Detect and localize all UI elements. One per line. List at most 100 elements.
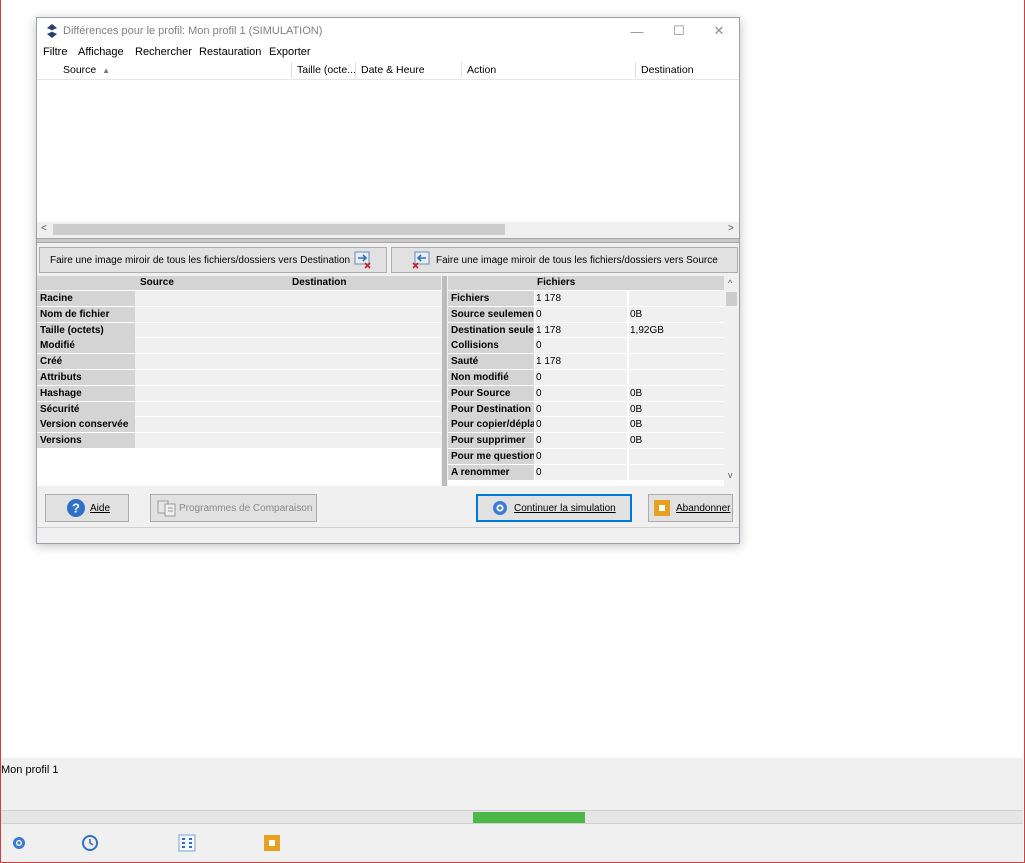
close-button[interactable]: ✕ <box>699 18 739 44</box>
maximize-button[interactable]: ☐ <box>659 18 699 44</box>
statistics-grid: Fichiers Fichiers 1 178 Source seulement 0… <box>448 276 739 486</box>
stat-label: Collisions <box>448 338 534 354</box>
scrollbar-thumb[interactable] <box>726 292 737 306</box>
statistics-files-header: Fichiers <box>537 277 576 288</box>
stat-label: Pour supprimer <box>448 433 534 449</box>
grid-view-icon[interactable] <box>178 834 196 852</box>
column-size[interactable]: Taille (octe... <box>297 64 356 76</box>
property-value <box>135 417 441 434</box>
menu-restauration[interactable]: Restauration <box>199 46 261 58</box>
scroll-up-icon[interactable]: ^ <box>728 278 732 288</box>
copy-to-source-icon <box>412 251 430 269</box>
horizontal-splitter[interactable] <box>37 238 739 243</box>
stat-size: 0B <box>629 306 724 323</box>
stat-size <box>629 464 724 481</box>
column-action[interactable]: Action <box>467 64 496 76</box>
stat-size <box>629 370 724 386</box>
property-row: Sécurité <box>37 401 441 418</box>
scrollbar-thumb[interactable] <box>53 224 505 235</box>
sort-ascending-icon: ▲ <box>102 66 111 75</box>
title-bar[interactable]: Différences pour le profil: Mon profil 1… <box>37 18 739 44</box>
menu-affichage[interactable]: Affichage <box>78 46 124 58</box>
scroll-down-icon[interactable]: v <box>728 470 733 480</box>
stat-label: Pour me questionner <box>448 449 534 464</box>
property-value <box>135 322 441 339</box>
column-separator[interactable] <box>291 62 292 78</box>
property-label: Version conservée <box>37 417 135 433</box>
property-row: Hashage <box>37 385 441 402</box>
property-value <box>135 370 441 386</box>
property-label: Créé <box>37 354 135 370</box>
properties-header: Source Destination <box>37 276 441 290</box>
abort-button[interactable]: Abandonner <box>648 494 733 522</box>
stat-label: Pour Destination <box>448 401 534 417</box>
column-separator[interactable] <box>635 62 636 78</box>
progress-bar <box>1 810 1023 824</box>
stat-label: Non modifié <box>448 370 534 385</box>
stat-count: 0 <box>535 370 628 386</box>
column-separator[interactable] <box>461 62 462 78</box>
property-value <box>135 306 441 323</box>
stat-size: 0B <box>629 417 724 434</box>
stat-count: 1 178 <box>535 322 628 339</box>
stop-icon[interactable] <box>263 834 281 852</box>
menu-rechercher[interactable]: Rechercher <box>135 46 192 58</box>
property-label: Versions <box>37 433 135 449</box>
profile-strip: Mon profil 1 <box>1 758 1023 810</box>
svg-text:?: ? <box>72 501 80 516</box>
column-destination[interactable]: Destination <box>641 64 694 76</box>
stat-count: 0 <box>535 417 628 434</box>
stat-row: Destination seulement1 1781,92GB <box>448 322 724 339</box>
column-source[interactable]: Source ▲ <box>63 64 110 76</box>
help-button[interactable]: ? Aide <box>45 494 129 522</box>
settings-gear-icon <box>491 499 509 517</box>
properties-destination-header: Destination <box>292 277 347 288</box>
column-separator[interactable] <box>355 62 356 78</box>
continue-simulation-button[interactable]: Continuer la simulation <box>476 494 632 522</box>
stat-size <box>629 449 724 465</box>
stat-label: Pour Source <box>448 385 534 401</box>
continue-simulation-label: Continuer la simulation <box>514 502 616 514</box>
stat-size: 1,92GB <box>629 322 724 339</box>
property-label: Hashage <box>37 385 135 401</box>
copy-to-destination-icon <box>354 251 372 269</box>
mirror-to-source-button[interactable]: Faire une image miroir de tous les fichi… <box>391 247 738 273</box>
vertical-scrollbar[interactable]: ^ v <box>724 276 739 486</box>
property-label: Taille (octets) <box>37 322 135 338</box>
settings-gear-icon[interactable] <box>10 834 28 852</box>
property-value <box>135 385 441 402</box>
scroll-left-icon[interactable]: < <box>41 223 47 234</box>
property-label: Modifié <box>37 338 135 354</box>
stat-row: Pour Source 0 0B <box>448 385 724 402</box>
mirror-to-destination-label: Faire une image miroir de tous les fichi… <box>50 254 351 266</box>
stat-row: Pour supprimer 0 0B <box>448 433 724 449</box>
menu-bar: Filtre Affichage Rechercher Restauration… <box>37 44 739 60</box>
scroll-right-icon[interactable]: > <box>728 223 734 234</box>
stat-count: 1 178 <box>535 291 628 307</box>
minimize-button[interactable]: — <box>617 18 657 44</box>
file-list[interactable] <box>37 80 739 222</box>
stat-row: Sauté 1 178 <box>448 354 724 370</box>
horizontal-scrollbar[interactable]: < > <box>37 222 739 237</box>
stat-count: 1 178 <box>535 354 628 370</box>
stop-icon <box>654 500 670 516</box>
compare-programs-icon <box>157 499 177 517</box>
property-value <box>135 338 441 355</box>
menu-exporter[interactable]: Exporter <box>269 46 311 58</box>
history-icon[interactable] <box>81 834 99 852</box>
app-logo-icon <box>45 24 59 38</box>
property-value <box>135 291 441 307</box>
mirror-to-destination-button[interactable]: Faire une image miroir de tous les fichi… <box>39 247 387 273</box>
profile-name[interactable]: Mon profil 1 <box>1 764 58 776</box>
stat-label: A renommer <box>448 464 534 480</box>
stat-row: Pour Destination 0 0B <box>448 401 724 418</box>
column-date[interactable]: Date & Heure <box>361 64 425 76</box>
comparison-programs-button[interactable]: Programmes de Comparaison <box>150 494 317 522</box>
property-row: Modifié <box>37 338 441 355</box>
dialog-status-bar <box>37 527 739 543</box>
menu-filtre[interactable]: Filtre <box>43 46 67 58</box>
differences-dialog: Différences pour le profil: Mon profil 1… <box>36 17 740 544</box>
property-row: Nom de fichier <box>37 306 441 323</box>
stat-size <box>629 354 724 370</box>
vertical-splitter[interactable] <box>442 276 447 486</box>
